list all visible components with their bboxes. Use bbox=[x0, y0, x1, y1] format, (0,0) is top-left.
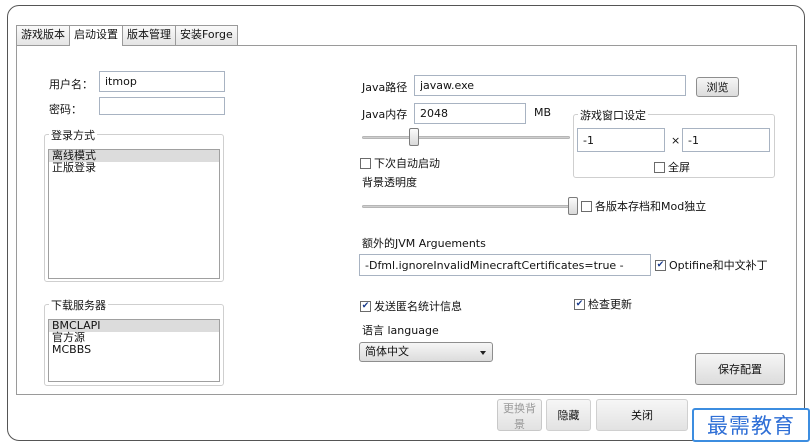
optifine-label: Optifine和中文补丁 bbox=[669, 259, 768, 272]
language-label: 语言 language bbox=[362, 324, 439, 337]
login-mode-title: 登录方式 bbox=[49, 127, 97, 143]
java-memory-label: Java内存 bbox=[362, 108, 408, 121]
send-stats-label: 发送匿名统计信息 bbox=[374, 300, 462, 313]
independent-saves-checkbox[interactable]: 各版本存档和Mod独立 bbox=[581, 198, 706, 214]
tab-version-management[interactable]: 版本管理 bbox=[122, 25, 176, 45]
tab-launch-settings[interactable]: 启动设置 bbox=[69, 25, 123, 46]
java-path-label: Java路径 bbox=[362, 81, 408, 94]
game-window-group: 游戏窗口设定 × 全屏 bbox=[573, 107, 775, 178]
times-sign: × bbox=[671, 134, 681, 147]
tab-game-version[interactable]: 游戏版本 bbox=[16, 25, 70, 45]
independent-saves-label: 各版本存档和Mod独立 bbox=[595, 200, 707, 213]
hide-button[interactable]: 隐藏 bbox=[546, 399, 591, 431]
download-server-list[interactable]: BMCLAPI 官方源 MCBBS bbox=[48, 319, 220, 382]
download-server-group: 下载服务器 BMCLAPI 官方源 MCBBS bbox=[44, 297, 224, 386]
username-label: 用户名： bbox=[49, 78, 93, 91]
fullscreen-box[interactable] bbox=[654, 161, 665, 173]
username-input[interactable] bbox=[99, 71, 225, 92]
send-stats-checkbox[interactable]: ✔ 发送匿名统计信息 bbox=[360, 298, 462, 314]
chevron-down-icon bbox=[480, 351, 486, 355]
fullscreen-label: 全屏 bbox=[668, 161, 690, 174]
list-item-mcbbs[interactable]: MCBBS bbox=[49, 344, 219, 356]
check-update-box[interactable]: ✔ bbox=[574, 298, 585, 310]
opacity-slider-thumb[interactable] bbox=[568, 197, 578, 215]
language-select[interactable]: 简体中文 bbox=[359, 342, 493, 362]
optifine-checkbox[interactable]: ✔ Optifine和中文补丁 bbox=[655, 257, 768, 273]
memory-unit-label: MB bbox=[534, 106, 552, 119]
auto-start-box[interactable] bbox=[360, 157, 371, 169]
auto-start-checkbox[interactable]: 下次自动启动 bbox=[360, 155, 440, 171]
game-window-title: 游戏窗口设定 bbox=[578, 107, 648, 123]
fullscreen-checkbox[interactable]: 全屏 bbox=[654, 159, 690, 175]
send-stats-box[interactable]: ✔ bbox=[360, 300, 371, 312]
language-select-value: 简体中文 bbox=[365, 345, 409, 358]
login-mode-group: 登录方式 离线模式 正版登录 bbox=[44, 127, 224, 282]
change-background-button[interactable]: 更换背景 bbox=[497, 399, 542, 431]
java-memory-input[interactable] bbox=[414, 103, 526, 124]
jvm-args-label: 额外的JVM Arguements bbox=[362, 237, 486, 250]
browse-button[interactable]: 浏览 bbox=[696, 77, 739, 97]
window-width-input[interactable] bbox=[577, 128, 665, 152]
tab-install-forge[interactable]: 安装Forge bbox=[175, 25, 238, 45]
list-item-premium[interactable]: 正版登录 bbox=[49, 162, 219, 174]
check-update-label: 检查更新 bbox=[588, 298, 632, 311]
watermark-logo: 最需教育 bbox=[692, 408, 810, 442]
login-mode-list[interactable]: 离线模式 正版登录 bbox=[48, 149, 220, 279]
memory-slider-track[interactable] bbox=[362, 136, 570, 139]
check-update-checkbox[interactable]: ✔ 检查更新 bbox=[574, 296, 632, 312]
java-path-input[interactable] bbox=[414, 75, 686, 96]
optifine-box[interactable]: ✔ bbox=[655, 259, 666, 271]
auto-start-label: 下次自动启动 bbox=[374, 157, 440, 170]
jvm-args-input[interactable] bbox=[359, 254, 651, 276]
independent-saves-box[interactable] bbox=[581, 200, 592, 212]
launcher-window: 游戏版本 启动设置 版本管理 安装Forge 用户名： 密码： 登录方式 离线模… bbox=[7, 5, 805, 441]
opacity-label: 背景透明度 bbox=[362, 176, 417, 189]
close-button[interactable]: 关闭 bbox=[596, 399, 688, 431]
window-height-input[interactable] bbox=[682, 128, 770, 152]
tab-bar: 游戏版本 启动设置 版本管理 安装Forge bbox=[16, 25, 238, 46]
memory-slider-thumb[interactable] bbox=[409, 128, 419, 146]
download-server-title: 下载服务器 bbox=[49, 297, 108, 313]
save-config-button[interactable]: 保存配置 bbox=[695, 353, 785, 385]
launch-settings-panel: 用户名： 密码： 登录方式 离线模式 正版登录 下载服务器 BMCLAPI 官方… bbox=[16, 45, 797, 395]
opacity-slider-track[interactable] bbox=[362, 205, 574, 208]
password-label: 密码： bbox=[49, 103, 82, 116]
password-input[interactable] bbox=[99, 97, 225, 115]
